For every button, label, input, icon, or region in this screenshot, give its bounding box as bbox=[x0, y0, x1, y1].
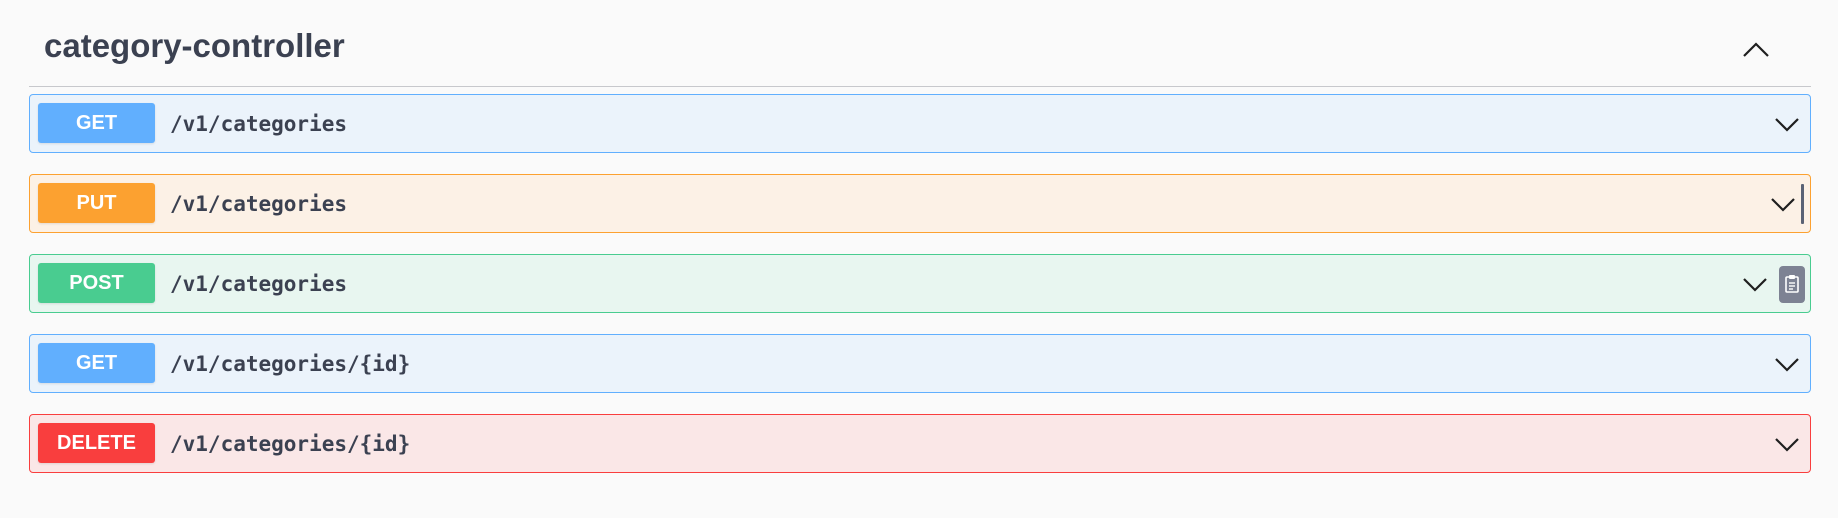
method-badge-get: GET bbox=[38, 343, 155, 383]
method-badge-delete: DELETE bbox=[38, 423, 155, 463]
operation-path: /v1/categories bbox=[170, 112, 348, 136]
chevron-down-icon[interactable] bbox=[1770, 193, 1796, 215]
operation-put-categories[interactable]: PUT /v1/categories bbox=[29, 174, 1811, 233]
chevron-down-icon[interactable] bbox=[1774, 433, 1800, 455]
operation-path: /v1/categories bbox=[170, 192, 348, 216]
operation-path: /v1/categories bbox=[170, 272, 348, 296]
tag-section-category-controller: category-controller GET /v1/categories P… bbox=[29, 14, 1811, 473]
copy-to-clipboard-button[interactable] bbox=[1779, 266, 1805, 303]
operation-post-categories[interactable]: POST /v1/categories bbox=[29, 254, 1811, 313]
operation-delete-category-by-id[interactable]: DELETE /v1/categories/{id} bbox=[29, 414, 1811, 473]
chevron-down-icon[interactable] bbox=[1742, 273, 1768, 295]
method-badge-post: POST bbox=[38, 263, 155, 303]
operation-get-category-by-id[interactable]: GET /v1/categories/{id} bbox=[29, 334, 1811, 393]
tag-title: category-controller bbox=[44, 27, 345, 64]
method-badge-put: PUT bbox=[38, 183, 155, 223]
operation-get-categories[interactable]: GET /v1/categories bbox=[29, 94, 1811, 153]
operation-path: /v1/categories/{id} bbox=[170, 432, 411, 456]
chevron-down-icon[interactable] bbox=[1774, 353, 1800, 375]
chevron-up-icon[interactable] bbox=[1741, 38, 1771, 62]
tag-header[interactable]: category-controller bbox=[29, 14, 1811, 87]
method-badge-get: GET bbox=[38, 103, 155, 143]
copy-to-clipboard-icon bbox=[1785, 275, 1799, 293]
operation-path: /v1/categories/{id} bbox=[170, 352, 411, 376]
scrollbar-thumb[interactable] bbox=[1801, 184, 1804, 224]
chevron-down-icon[interactable] bbox=[1774, 113, 1800, 135]
